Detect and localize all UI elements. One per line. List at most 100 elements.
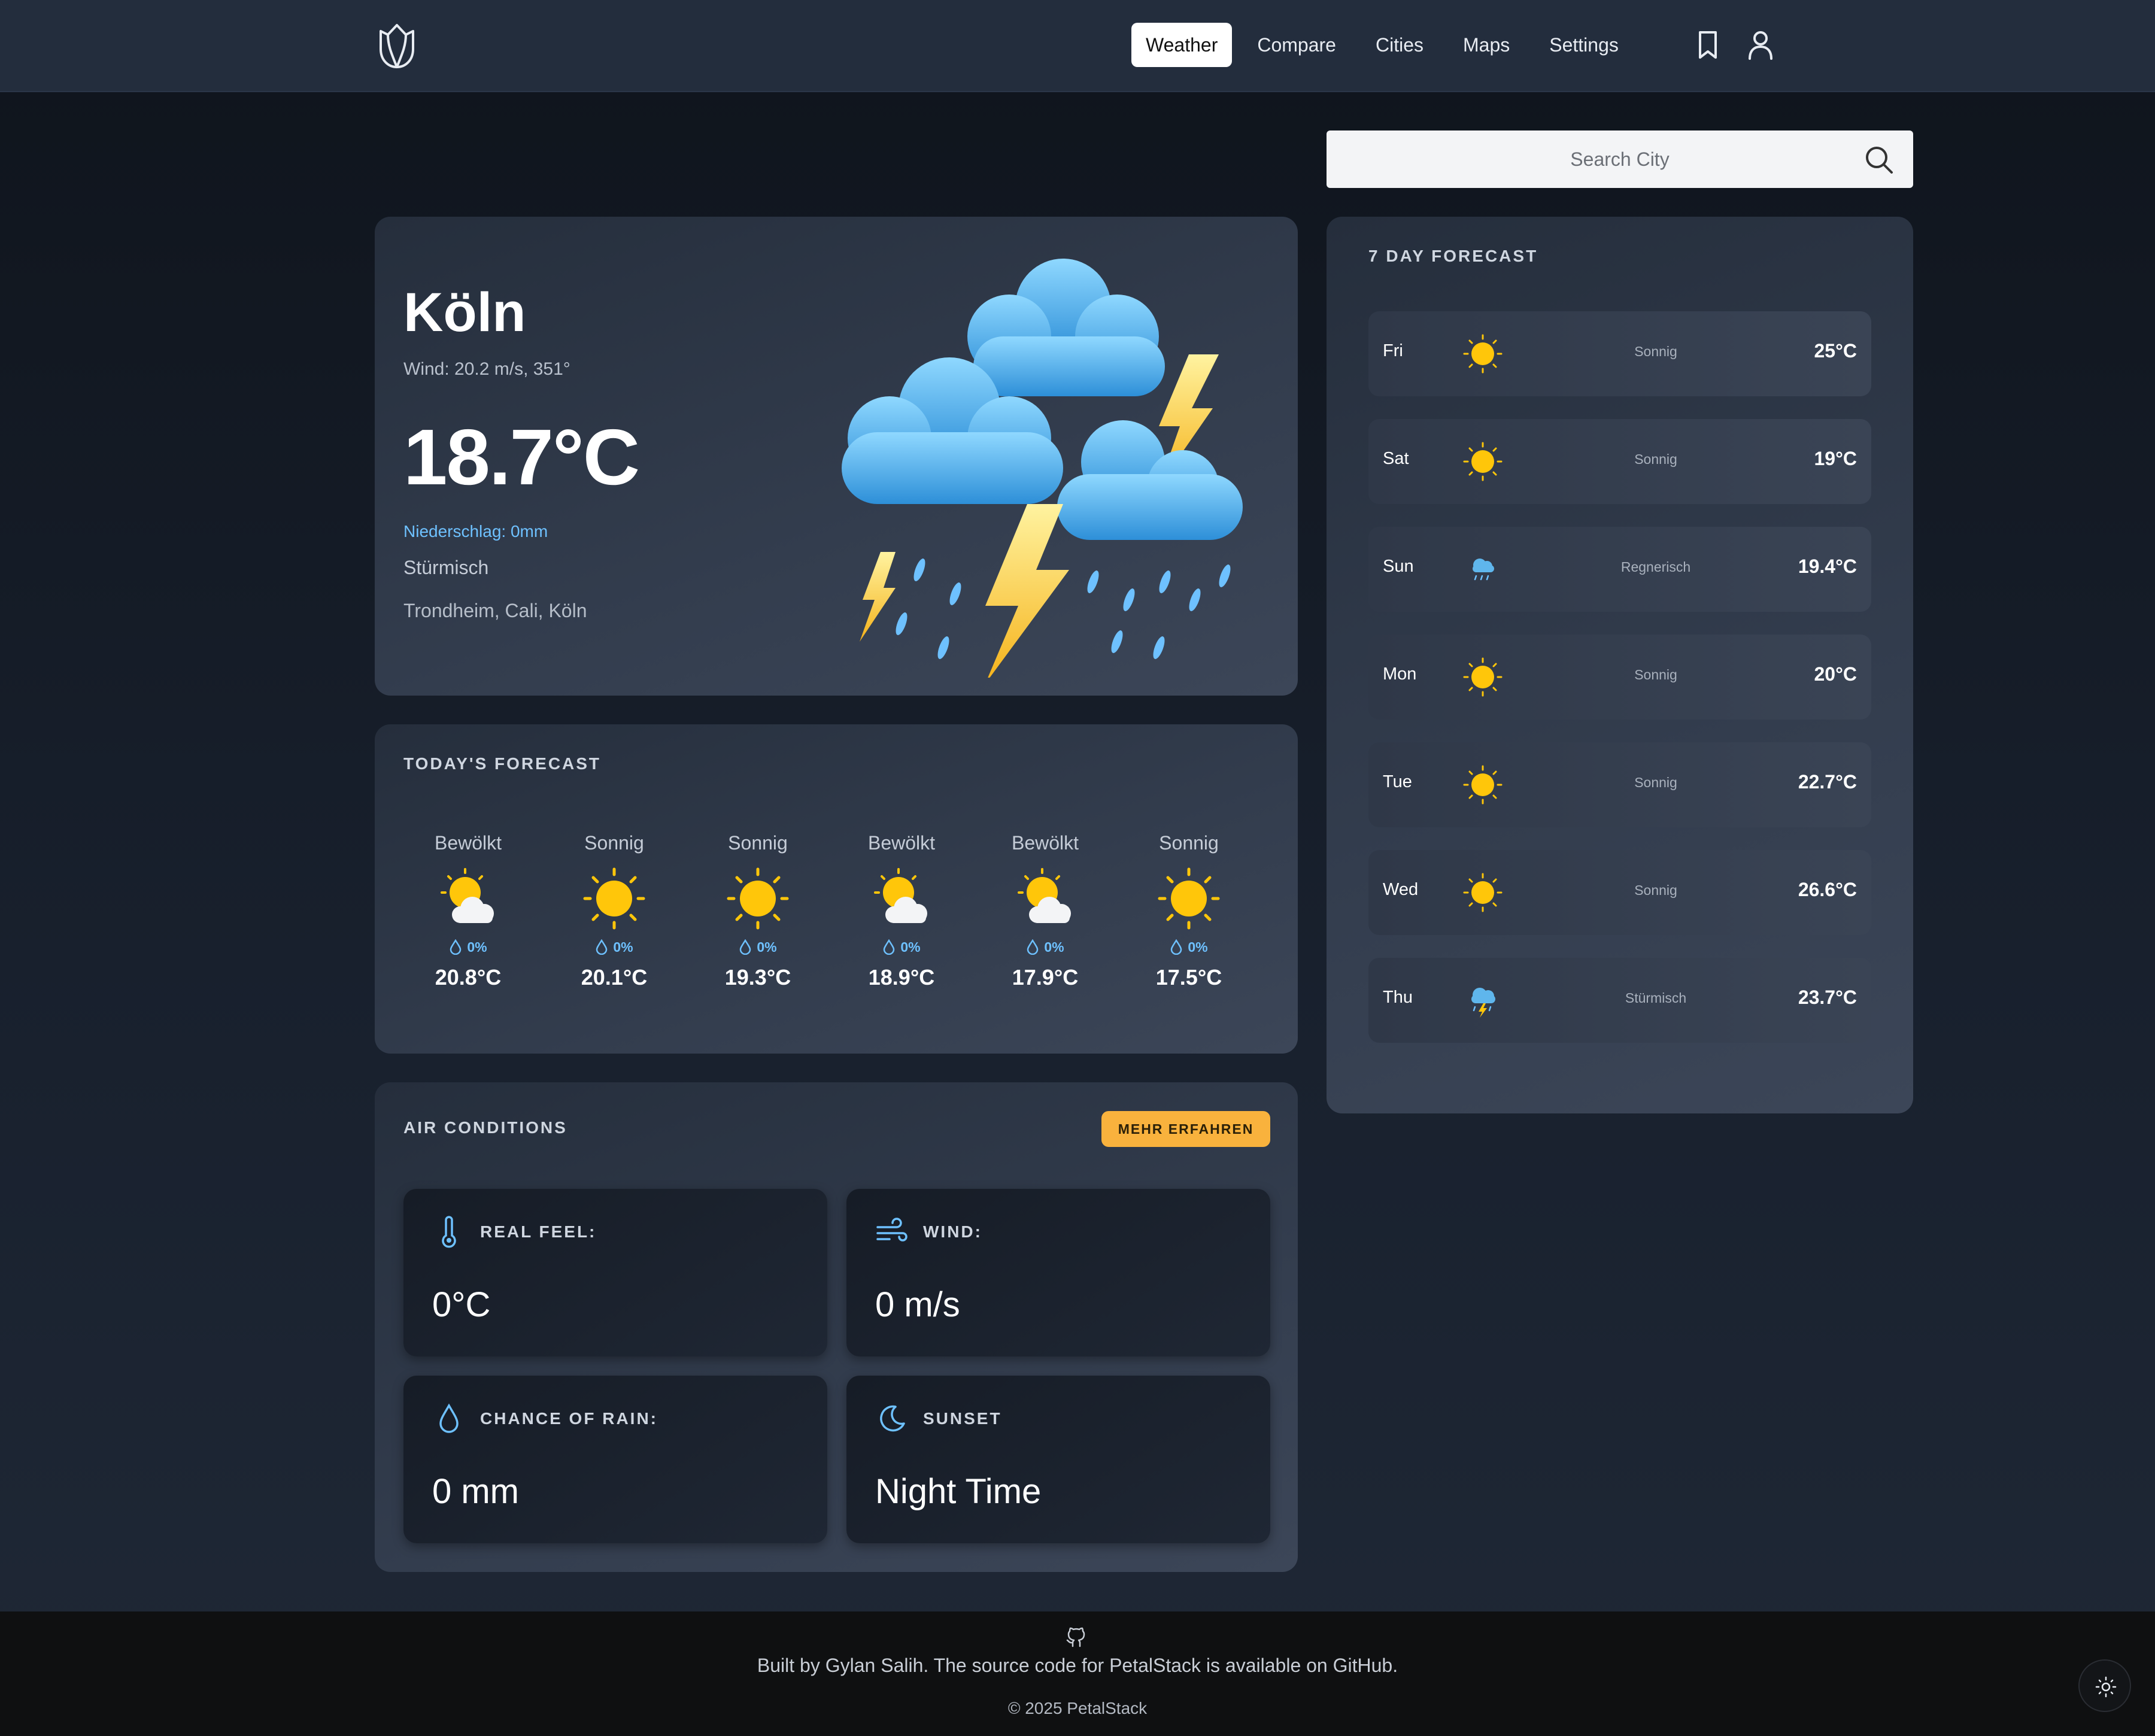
hourly-rain-chance: 0%: [1044, 939, 1064, 955]
day-temperature: 20°C: [1814, 663, 1857, 685]
wind-label: WIND:: [923, 1222, 982, 1241]
real-feel-value: 0°C: [432, 1285, 491, 1324]
nav-weather[interactable]: Weather: [1131, 23, 1233, 67]
hourly-condition: Bewölkt: [867, 832, 936, 854]
theme-toggle-button[interactable]: [2078, 1659, 2131, 1712]
hourly-condition: Sonnig: [1159, 832, 1219, 854]
thunderstorm-icon: [842, 259, 1243, 678]
wind-tile: WIND: 0 m/s: [846, 1189, 1270, 1356]
day-temperature: 19°C: [1814, 448, 1857, 469]
search-input[interactable]: [1327, 130, 1913, 188]
condition-label: Stürmisch: [403, 557, 489, 578]
droplet-icon: [450, 939, 462, 955]
day-name: Tue: [1383, 772, 1412, 791]
day-condition: Regnerisch: [1620, 559, 1691, 575]
daily-forecast-row: Sat Sonnig 19°C: [1368, 419, 1871, 504]
hourly-forecast-list: Bewölkt 0% 20.8°C Sonnig 0% 20.1°C Sonni…: [375, 832, 1298, 1024]
real-feel-tile: REAL FEEL: 0°C: [403, 1189, 827, 1356]
user-icon[interactable]: [1743, 28, 1778, 62]
city-name: Köln: [403, 282, 526, 343]
partly-cloudy-icon: [1018, 868, 1071, 923]
real-feel-label: REAL FEEL:: [480, 1222, 597, 1241]
hourly-temperature: 19.3°C: [724, 965, 791, 990]
day-temperature: 22.7°C: [1798, 771, 1857, 793]
moon-icon: [880, 1405, 905, 1432]
hourly-item: Sonnig 0% 19.3°C: [686, 832, 830, 990]
wind-value: 0 m/s: [875, 1285, 960, 1324]
daily-forecast-row: Fri Sonnig 25°C: [1368, 311, 1871, 396]
hourly-temperature: 20.8°C: [435, 965, 502, 990]
bookmark-icon[interactable]: [1690, 28, 1725, 62]
daily-forecast-row: Tue Sonnig 22.7°C: [1368, 742, 1871, 827]
hourly-rain-chance: 0%: [1188, 939, 1208, 955]
nav-settings[interactable]: Settings: [1535, 23, 1633, 67]
chance-of-rain-label: CHANCE OF RAIN:: [480, 1409, 658, 1428]
day-name: Sun: [1383, 557, 1414, 576]
day-temperature: 25°C: [1814, 340, 1857, 362]
current-temperature: 18.7°C: [403, 413, 640, 501]
droplet-icon: [439, 1403, 459, 1433]
sun-icon: [1158, 867, 1220, 930]
tulip-logo-icon[interactable]: [375, 20, 419, 71]
learn-more-button[interactable]: MEHR ERFAHREN: [1101, 1111, 1270, 1147]
wind-icon: [876, 1218, 907, 1242]
sun-icon: [1463, 765, 1503, 805]
nav-compare[interactable]: Compare: [1243, 23, 1350, 67]
hourly-item: Sonnig 0% 17.5°C: [1117, 832, 1261, 990]
daily-forecast-row: Thu Stürmisch 23.7°C: [1368, 958, 1871, 1043]
hourly-condition: Bewölkt: [1011, 832, 1079, 854]
hourly-temperature: 17.5°C: [1155, 965, 1222, 990]
day-name: Wed: [1383, 880, 1419, 899]
air-conditions-title: AIR CONDITIONS: [403, 1118, 567, 1137]
droplet-icon: [1027, 939, 1039, 955]
daily-forecast-row: Mon Sonnig 20°C: [1368, 635, 1871, 720]
sun-icon: [1463, 657, 1503, 697]
github-icon[interactable]: [1064, 1626, 1088, 1650]
sunset-value: Night Time: [875, 1472, 1042, 1511]
footer-copyright: © 2025 PetalStack: [1007, 1699, 1148, 1717]
hourly-rain-chance: 0%: [613, 939, 633, 955]
droplet-icon: [1171, 939, 1182, 955]
day-condition: Sonnig: [1634, 344, 1677, 359]
day-condition: Sonnig: [1634, 667, 1677, 682]
sun-icon: [727, 867, 789, 930]
air-conditions-card: AIR CONDITIONS MEHR ERFAHREN REAL FEEL: …: [375, 1082, 1298, 1572]
hourly-condition: Sonnig: [728, 832, 788, 854]
current-weather-card: Köln Wind: 20.2 m/s, 351° 18.7°C Nieders…: [375, 217, 1298, 696]
hourly-item: Bewölkt 0% 17.9°C: [973, 832, 1117, 990]
thermometer-icon: [442, 1216, 456, 1248]
day-name: Sat: [1383, 449, 1409, 468]
nav-maps[interactable]: Maps: [1449, 23, 1524, 67]
todays-forecast-card: TODAY'S FORECAST Bewölkt 0% 20.8°C Sonni…: [375, 724, 1298, 1054]
hourly-rain-chance: 0%: [757, 939, 777, 955]
partly-cloudy-icon: [874, 868, 927, 923]
day-name: Mon: [1383, 664, 1417, 684]
hourly-rain-chance: 0%: [900, 939, 921, 955]
hourly-temperature: 18.9°C: [868, 965, 935, 990]
daily-forecast-row: Sun Regnerisch 19.4°C: [1368, 527, 1871, 612]
droplet-icon: [740, 939, 751, 955]
hourly-item: Sonnig 0% 20.1°C: [542, 832, 686, 990]
seven-day-forecast-card: 7 DAY FORECAST Fri Sonnig 25°C Sat Sonni…: [1327, 217, 1913, 1113]
day-temperature: 19.4°C: [1798, 556, 1857, 577]
droplet-icon: [596, 939, 608, 955]
recent-cities: Trondheim, Cali, Köln: [403, 600, 587, 621]
sun-icon: [583, 867, 645, 930]
day-condition: Stürmisch: [1625, 990, 1687, 1006]
footer-credits: Built by Gylan Salih. The source code fo…: [757, 1655, 1398, 1676]
search-icon[interactable]: [1863, 144, 1895, 176]
chance-of-rain-value: 0 mm: [432, 1472, 519, 1511]
hourly-condition: Bewölkt: [434, 832, 502, 854]
nav-cities[interactable]: Cities: [1361, 23, 1438, 67]
sun-icon: [2095, 1676, 2117, 1698]
day-name: Fri: [1383, 341, 1403, 360]
main-nav-links: Weather Compare Cities Maps Settings: [1131, 23, 1633, 67]
hourly-item: Bewölkt 0% 20.8°C: [396, 832, 540, 990]
hourly-temperature: 20.1°C: [581, 965, 648, 990]
day-condition: Sonnig: [1634, 775, 1677, 790]
day-temperature: 23.7°C: [1798, 987, 1857, 1008]
partly-cloudy-icon: [441, 868, 494, 923]
sun-icon: [1463, 442, 1503, 481]
precipitation-label: Niederschlag: 0mm: [403, 522, 548, 541]
day-temperature: 26.6°C: [1798, 879, 1857, 900]
